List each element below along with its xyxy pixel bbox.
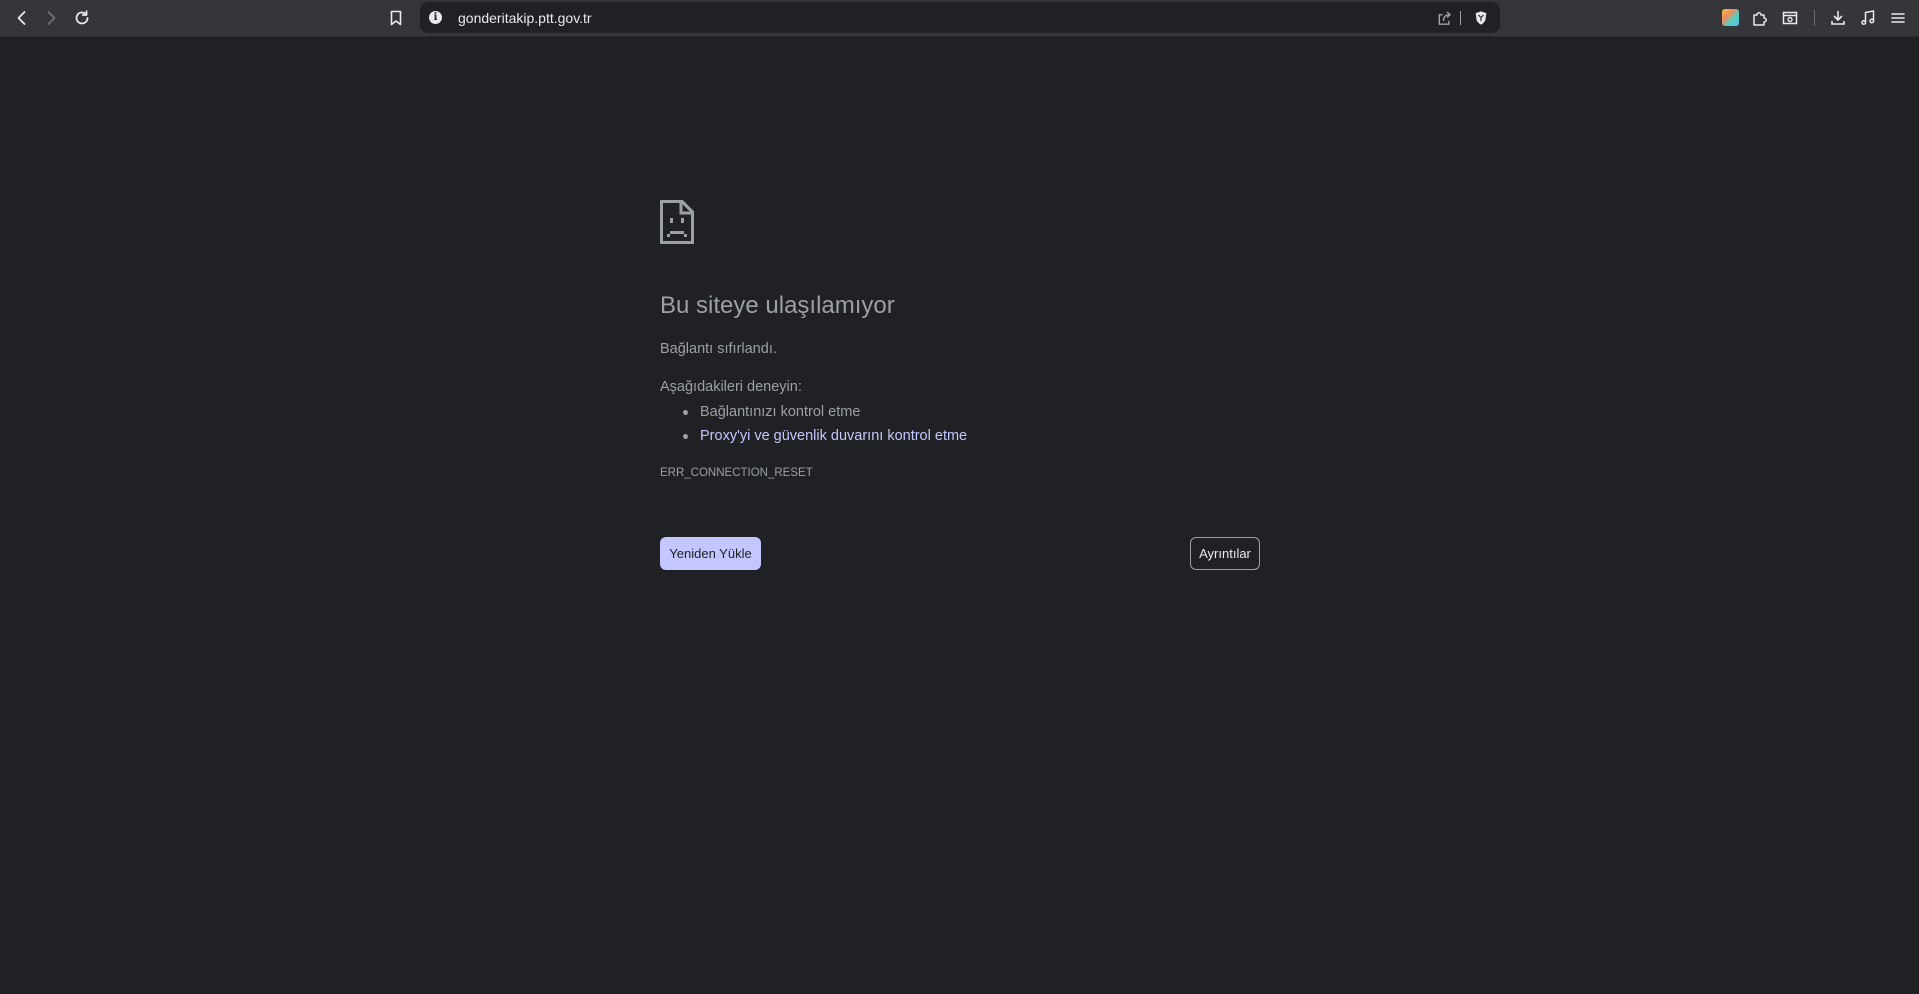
- url-text[interactable]: gonderitakip.ptt.gov.tr: [458, 10, 592, 26]
- sad-document-icon: [660, 200, 694, 244]
- forward-arrow-icon[interactable]: [37, 4, 65, 32]
- back-arrow-icon[interactable]: [8, 4, 36, 32]
- toolbar-divider: [1814, 10, 1815, 26]
- error-title: Bu siteye ulaşılamıyor: [660, 292, 895, 319]
- brave-shields-icon[interactable]: [1471, 8, 1491, 28]
- bookmark-icon[interactable]: [382, 4, 410, 32]
- puzzle-extensions-icon[interactable]: [1746, 4, 1774, 32]
- info-icon[interactable]: i: [429, 11, 442, 24]
- details-button[interactable]: Ayrıntılar: [1190, 537, 1260, 570]
- share-icon[interactable]: [1434, 8, 1454, 28]
- suggestions-list: Bağlantınızı kontrol etme Proxy'yi ve gü…: [660, 402, 967, 450]
- screenshot-icon[interactable]: [1776, 4, 1804, 32]
- omnibox-divider: [1460, 11, 1461, 25]
- suggestion-check-proxy-firewall-link[interactable]: Proxy'yi ve güvenlik duvarını kontrol et…: [700, 428, 967, 444]
- suggestion-item: Bağlantınızı kontrol etme: [660, 402, 967, 426]
- music-note-icon[interactable]: [1854, 4, 1882, 32]
- error-code: ERR_CONNECTION_RESET: [660, 467, 813, 479]
- reload-icon[interactable]: [68, 4, 96, 32]
- error-description: Bağlantı sıfırlandı.: [660, 341, 777, 357]
- download-icon[interactable]: [1824, 4, 1852, 32]
- colorful-extension-icon[interactable]: [1722, 9, 1739, 26]
- menu-icon[interactable]: [1884, 4, 1912, 32]
- reload-button[interactable]: Yeniden Yükle: [660, 537, 761, 570]
- suggestion-item: Proxy'yi ve güvenlik duvarını kontrol et…: [660, 426, 967, 450]
- suggestions-heading: Aşağıdakileri deneyin:: [660, 379, 802, 395]
- browser-toolbar: i gonderitakip.ptt.gov.tr: [0, 0, 1919, 37]
- suggestion-check-connection: Bağlantınızı kontrol etme: [700, 404, 861, 420]
- address-bar[interactable]: i gonderitakip.ptt.gov.tr: [420, 2, 1500, 33]
